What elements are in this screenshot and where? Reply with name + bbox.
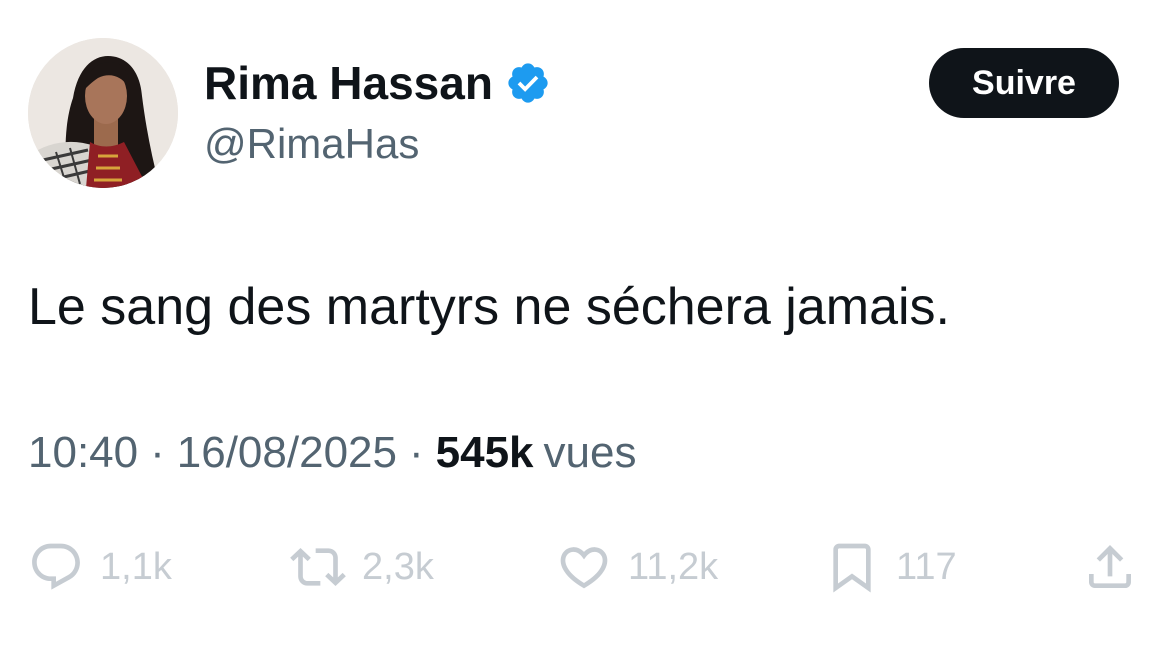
repost-count: 2,3k	[362, 545, 434, 588]
like-button[interactable]: 11,2k	[556, 532, 718, 602]
tweet-text: Le sang des martyrs ne séchera jamais.	[28, 278, 950, 336]
verified-badge-icon[interactable]	[505, 60, 551, 106]
name-row: Rima Hassan	[204, 52, 551, 114]
display-name[interactable]: Rima Hassan	[204, 56, 493, 110]
action-bar: 1,1k 2,3k 11,2k 117	[28, 532, 1138, 602]
tweet-meta: 10:40 · 16/08/2025 · 545k vues	[28, 428, 636, 478]
reply-button[interactable]: 1,1k	[28, 532, 172, 602]
share-button[interactable]	[1082, 532, 1138, 602]
tweet-header: Rima Hassan @RimaHas Suivre	[28, 38, 1128, 190]
reply-count: 1,1k	[100, 545, 172, 588]
bookmark-icon	[824, 539, 880, 595]
repost-icon	[290, 539, 346, 595]
share-icon	[1082, 539, 1138, 595]
bookmark-count: 117	[896, 545, 957, 588]
meta-separator: ·	[408, 428, 424, 477]
reply-icon	[28, 539, 84, 595]
tweet-date[interactable]: 16/08/2025	[177, 428, 397, 478]
repost-button[interactable]: 2,3k	[290, 532, 434, 602]
bookmark-button[interactable]: 117	[824, 532, 957, 602]
heart-icon	[556, 539, 612, 595]
author-identity: Rima Hassan @RimaHas	[204, 52, 551, 168]
like-count: 11,2k	[628, 545, 719, 588]
author-handle[interactable]: @RimaHas	[204, 120, 551, 168]
follow-button[interactable]: Suivre	[929, 48, 1119, 118]
views-count: 545k	[435, 428, 534, 477]
tweet-time[interactable]: 10:40	[28, 428, 138, 478]
avatar[interactable]	[28, 38, 178, 188]
meta-separator: ·	[150, 428, 165, 477]
avatar-image	[28, 38, 178, 188]
views-label: vues	[543, 428, 637, 477]
